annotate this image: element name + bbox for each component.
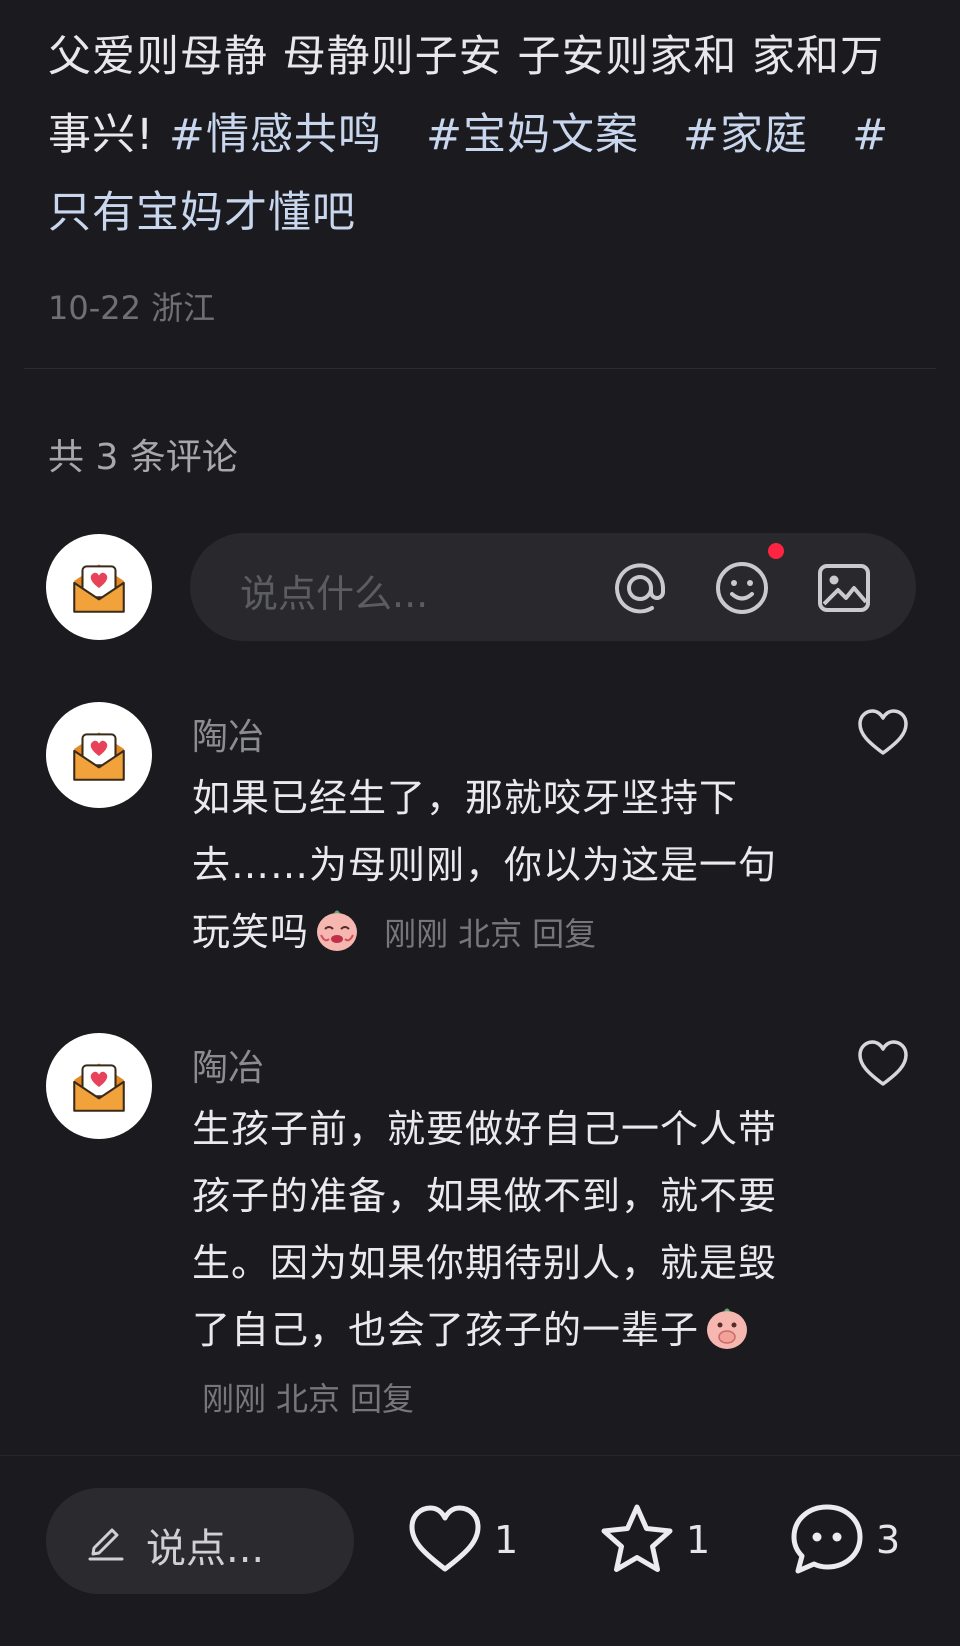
post-content: 父爱则母静 母静则子安 子安则家和 家和万事兴! #情感共鸣 #宝妈文案 #家庭… bbox=[48, 18, 908, 252]
comment-placeholder: 说点什么... bbox=[240, 572, 429, 616]
reply-button[interactable]: 回复 bbox=[532, 915, 596, 953]
comment-author[interactable]: 陶冶 bbox=[192, 708, 264, 760]
comment-location: 北京 bbox=[276, 1380, 341, 1418]
crying-emoji bbox=[317, 910, 358, 951]
like-button[interactable]: 1 bbox=[406, 1502, 518, 1578]
avatar[interactable] bbox=[46, 1033, 152, 1139]
heart-icon bbox=[409, 1505, 481, 1572]
star-icon bbox=[601, 1504, 673, 1572]
avatar[interactable] bbox=[46, 534, 152, 640]
tag-link[interactable]: #宝妈文案 bbox=[426, 110, 639, 160]
post-meta: 10-22 浙江 bbox=[48, 283, 215, 329]
post-date: 10-22 bbox=[48, 289, 141, 327]
comment-button[interactable]: 3 bbox=[788, 1502, 900, 1578]
post-location: 浙江 bbox=[151, 289, 216, 327]
comment-location: 北京 bbox=[458, 915, 523, 953]
comment-text-block: 如果已经生了，那就咬牙坚持下去……为母则刚，你以为这是一句玩笑吗 刚刚 北京 回复 bbox=[192, 765, 802, 968]
comment-time: 刚刚 bbox=[384, 915, 449, 953]
reply-button[interactable]: 回复 bbox=[350, 1380, 414, 1418]
bottom-input-label: 说点... bbox=[146, 1526, 265, 1572]
like-count: 1 bbox=[494, 1518, 519, 1562]
envelope-heart-icon bbox=[73, 732, 125, 781]
collect-button[interactable]: 1 bbox=[598, 1502, 710, 1578]
bottom-comment-input[interactable]: 说点... bbox=[46, 1488, 354, 1594]
comment-count-bottom: 3 bbox=[876, 1518, 901, 1562]
image-icon[interactable] bbox=[816, 560, 872, 616]
tag-link[interactable]: #家庭 bbox=[683, 110, 808, 160]
comment-time: 刚刚 bbox=[202, 1380, 267, 1418]
divider bbox=[24, 368, 936, 369]
comment-text-block: 生孩子前，就要做好自己一个人带孩子的准备，如果做不到，就不要生。因为如果你期待别… bbox=[192, 1096, 802, 1433]
comment-author[interactable]: 陶冶 bbox=[192, 1039, 264, 1091]
at-icon[interactable] bbox=[612, 560, 668, 616]
comment-count: 共 3 条评论 bbox=[48, 437, 238, 478]
emoji-icon[interactable] bbox=[714, 560, 770, 616]
envelope-heart-icon bbox=[73, 564, 125, 613]
heart-icon[interactable] bbox=[856, 706, 910, 760]
pencil-icon bbox=[88, 1528, 124, 1561]
divider bbox=[0, 1455, 960, 1456]
covering-mouth-emoji bbox=[707, 1308, 748, 1349]
heart-icon[interactable] bbox=[856, 1037, 910, 1091]
avatar[interactable] bbox=[46, 702, 152, 808]
star-count: 1 bbox=[686, 1518, 711, 1562]
tag-link[interactable]: #情感共鸣 bbox=[169, 110, 382, 160]
comment-input[interactable]: 说点什么... bbox=[190, 533, 916, 641]
envelope-heart-icon bbox=[73, 1063, 125, 1112]
notification-dot bbox=[768, 543, 784, 559]
chat-bubble-icon bbox=[791, 1504, 863, 1574]
comment-text: 生孩子前，就要做好自己一个人带孩子的准备，如果做不到，就不要生。因为如果你期待别… bbox=[192, 1107, 778, 1352]
